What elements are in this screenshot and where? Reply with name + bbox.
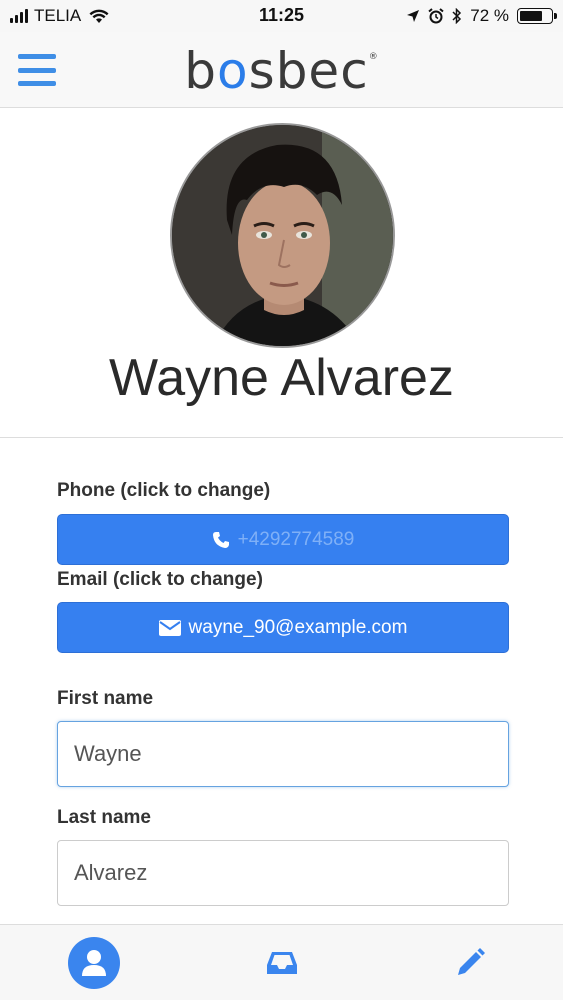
profile-photo-image	[172, 125, 393, 346]
status-bar: TELIA 11:25 72 %	[0, 0, 563, 32]
phone-label: Phone (click to change)	[57, 480, 271, 501]
first-name-value: Wayne	[74, 741, 142, 766]
nav-inbox[interactable]	[188, 925, 376, 1000]
battery-percent: 72 %	[470, 6, 509, 25]
status-right: 72 %	[406, 6, 557, 26]
phone-icon	[212, 531, 229, 548]
last-name-label: Last name	[57, 807, 151, 828]
profile-section: Wayne Alvarez	[0, 108, 563, 438]
battery-fill	[520, 11, 542, 21]
inbox-icon	[267, 952, 297, 974]
last-name-input[interactable]: Alvarez	[57, 840, 509, 906]
pencil-icon	[458, 948, 485, 975]
profile-name: Wayne Alvarez	[109, 349, 454, 407]
battery-icon	[517, 8, 557, 24]
nav-edit[interactable]	[376, 925, 563, 1000]
phone-value: +4292774589	[237, 528, 355, 550]
app-header: bosbec®	[0, 32, 563, 108]
profile-photo	[170, 123, 395, 348]
email-label: Email (click to change)	[57, 569, 263, 590]
user-icon	[82, 950, 106, 976]
email-button[interactable]: wayne_90@example.com	[57, 602, 509, 653]
bosbec-logo: bosbec®	[184, 42, 379, 100]
bottom-nav	[0, 924, 563, 1000]
bluetooth-icon	[452, 8, 462, 24]
email-value: wayne_90@example.com	[188, 616, 408, 638]
envelope-icon	[158, 619, 181, 636]
first-name-input[interactable]: Wayne	[57, 721, 509, 787]
last-name-value: Alvarez	[74, 860, 148, 885]
nav-profile[interactable]	[0, 925, 188, 1000]
nav-profile-active	[68, 937, 120, 989]
location-arrow-icon	[407, 10, 420, 22]
phone-button[interactable]: +4292774589	[57, 514, 509, 565]
first-name-label: First name	[57, 688, 154, 709]
alarm-icon	[428, 8, 444, 24]
